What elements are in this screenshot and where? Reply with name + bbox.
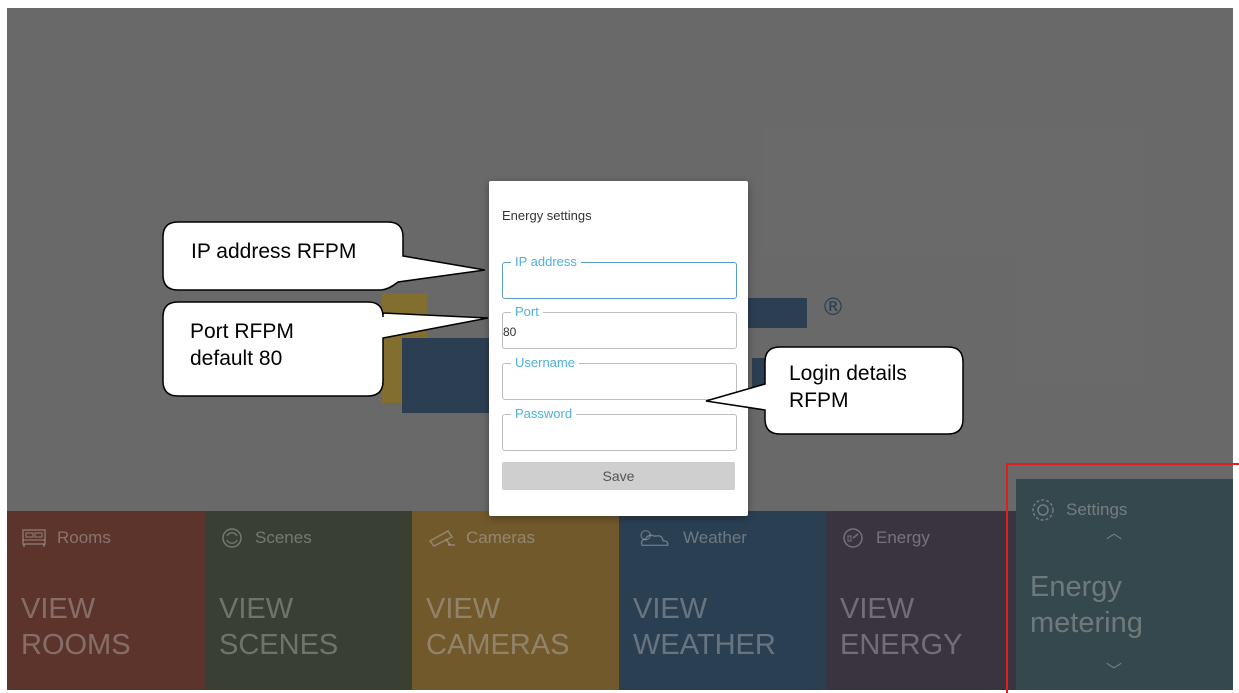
ip-address-field[interactable]: IP address (502, 254, 737, 299)
callout-login-text-line1: Login details (789, 362, 907, 385)
save-button[interactable]: Save (502, 462, 735, 490)
port-value: 80 (503, 325, 517, 339)
username-field[interactable]: Username (502, 355, 737, 400)
password-field[interactable]: Password (502, 406, 737, 451)
port-label: Port (511, 304, 543, 319)
port-field[interactable]: Port 80 (502, 304, 737, 349)
energy-settings-dialog: Energy settings IP address Port 80 Usern… (489, 181, 748, 516)
callout-ip-text: IP address RFPM (191, 240, 357, 263)
callout-port-text-line2: default 80 (190, 347, 283, 370)
ip-address-label: IP address (511, 254, 581, 269)
callout-login-text-line2: RFPM (789, 389, 849, 412)
callout-port-text-line1: Port RFPM (190, 320, 294, 343)
username-label: Username (511, 355, 579, 370)
password-label: Password (511, 406, 577, 421)
dialog-title: Energy settings (502, 208, 592, 223)
